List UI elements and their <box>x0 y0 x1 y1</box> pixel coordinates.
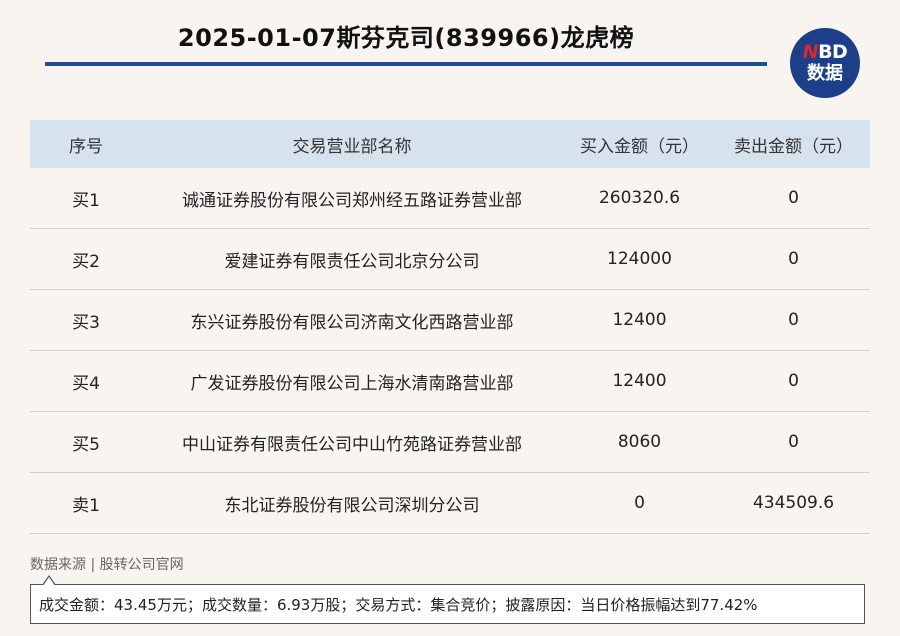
row-sell: 0 <box>788 188 799 208</box>
row-branch: 广发证券股份有限公司上海水清南路营业部 <box>190 373 514 394</box>
row-buy: 12400 <box>612 371 667 391</box>
trade-summary-box: 成交金额：43.45万元；成交数量：6.93万股；交易方式：集合竞价；披露原因：… <box>30 584 865 624</box>
row-buy: 12400 <box>612 310 667 330</box>
callout-pointer-fill <box>43 577 55 586</box>
logo-n: N <box>802 41 819 63</box>
row-buy: 124000 <box>607 249 672 269</box>
header-buy-amount: 买入金额（元） <box>580 136 699 157</box>
table-row: 买1 诚通证券股份有限公司郑州经五路证券营业部 260320.6 0 <box>30 168 870 229</box>
row-branch: 中山证券有限责任公司中山竹苑路证券营业部 <box>182 434 522 455</box>
table-row: 卖1 东北证券股份有限公司深圳分公司 0 434509.6 <box>30 473 870 534</box>
row-index: 买5 <box>72 434 100 455</box>
row-buy: 260320.6 <box>598 188 681 208</box>
row-index: 买1 <box>72 190 100 211</box>
table-row: 买5 中山证券有限责任公司中山竹苑路证券营业部 8060 0 <box>30 412 870 473</box>
row-branch: 诚通证券股份有限公司郑州经五路证券营业部 <box>182 190 522 211</box>
row-index: 买3 <box>72 312 100 333</box>
row-sell: 0 <box>788 432 799 452</box>
row-index: 买2 <box>72 251 100 272</box>
table-row: 买2 爱建证券有限责任公司北京分公司 124000 0 <box>30 229 870 290</box>
data-source: 数据来源 | 股转公司官网 <box>30 557 184 573</box>
row-sell: 0 <box>788 310 799 330</box>
table-header: 序号 交易营业部名称 买入金额（元） 卖出金额（元） <box>30 120 870 168</box>
logo-bd: BD <box>818 41 848 63</box>
logo-data-text: 数据 <box>807 63 843 84</box>
row-sell: 0 <box>788 249 799 269</box>
row-branch: 爱建证券有限责任公司北京分公司 <box>224 251 480 272</box>
header-index: 序号 <box>69 136 103 157</box>
title-underline <box>45 62 767 66</box>
trade-summary-text: 成交金额：43.45万元；成交数量：6.93万股；交易方式：集合竞价；披露原因：… <box>39 595 758 614</box>
row-index: 卖1 <box>72 495 100 516</box>
row-index: 买4 <box>72 373 100 394</box>
table-row: 买3 东兴证券股份有限公司济南文化西路营业部 12400 0 <box>30 290 870 351</box>
row-branch: 东北证券股份有限公司深圳分公司 <box>224 495 480 516</box>
row-buy: 0 <box>634 493 645 513</box>
row-buy: 8060 <box>617 432 662 452</box>
nbd-logo: NBD 数据 <box>790 28 860 98</box>
row-branch: 东兴证券股份有限公司济南文化西路营业部 <box>190 312 514 333</box>
row-sell: 434509.6 <box>752 493 835 513</box>
table-row: 买4 广发证券股份有限公司上海水清南路营业部 12400 0 <box>30 351 870 412</box>
header-branch: 交易营业部名称 <box>292 136 412 157</box>
row-sell: 0 <box>788 371 799 391</box>
dragon-tiger-table: 序号 交易营业部名称 买入金额（元） 卖出金额（元） 买1 诚通证券股份有限公司… <box>30 120 870 534</box>
header-sell-amount: 卖出金额（元） <box>734 136 853 157</box>
page-title: 2025-01-07斯芬克司(839966)龙虎榜 <box>177 24 635 52</box>
